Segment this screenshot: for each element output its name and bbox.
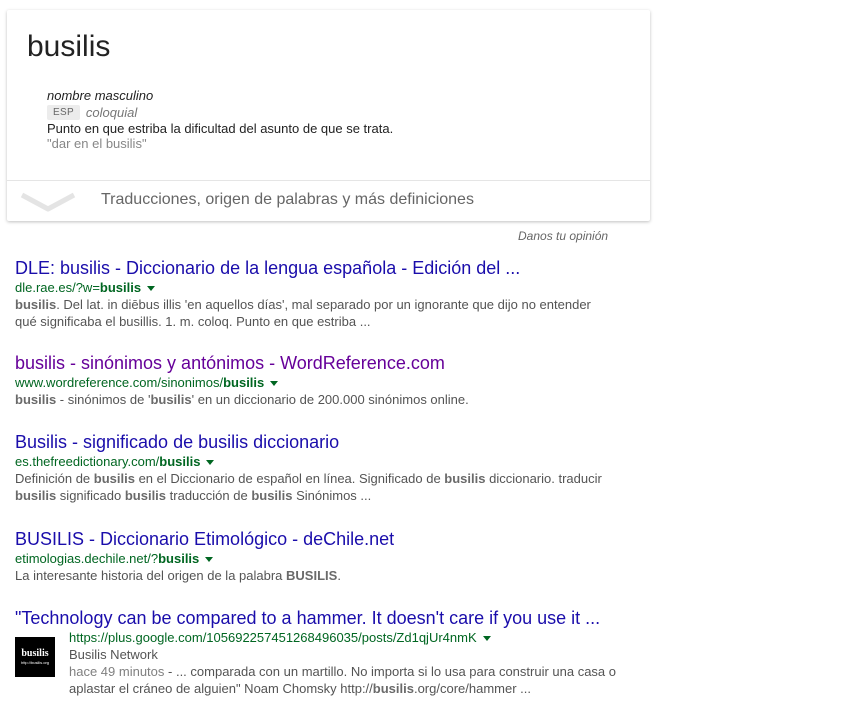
result-snippet: busilis - sinónimos de 'busilis' en un d…: [15, 392, 469, 407]
result-author: Busilis Network: [69, 647, 158, 662]
search-result: Busilis - significado de busilis diccion…: [15, 431, 605, 504]
result-title-link[interactable]: "Technology can be compared to a hammer.…: [15, 607, 600, 629]
result-snippet: hace 49 minutos - ... comparada con un m…: [69, 664, 617, 696]
result-snippet: busilis. Del lat. in diēbus illis 'en aq…: [15, 297, 591, 329]
part-of-speech: nombre masculino: [47, 88, 154, 103]
dictionary-word: busilis: [27, 30, 111, 63]
url-options-caret-icon[interactable]: [482, 635, 491, 641]
usage-example: "dar en el busilis": [47, 136, 147, 151]
url-options-caret-icon[interactable]: [206, 459, 215, 465]
result-url: www.wordreference.com/sinonimos/busilis: [15, 374, 605, 391]
region-badge: ESP: [47, 104, 80, 120]
url-options-caret-icon[interactable]: [270, 380, 279, 386]
result-url: dle.rae.es/?w= busilis: [15, 279, 605, 296]
url-options-caret-icon[interactable]: [147, 285, 156, 291]
more-definitions-label: Traducciones, origen de palabras y más d…: [101, 191, 474, 208]
url-options-caret-icon[interactable]: [205, 556, 214, 562]
search-result: DLE: busilis - Diccionario de la lengua …: [15, 257, 605, 330]
result-title-link[interactable]: DLE: busilis - Diccionario de la lengua …: [15, 257, 605, 279]
result-url: es.thefreedictionary.com/busilis: [15, 453, 605, 470]
result-body: https://plus.google.com/1056922574512684…: [69, 629, 629, 697]
result-title-link[interactable]: busilis - sinónimos y antónimos - WordRe…: [15, 352, 605, 374]
register-row: ESP coloquial: [47, 103, 137, 121]
result-url: etimologias.dechile.net/? busilis: [15, 550, 605, 567]
feedback-link[interactable]: Danos tu opinión: [518, 229, 608, 243]
chevron-down-icon: [20, 192, 76, 212]
result-thumbnail[interactable]: busilis http://busilis.org: [15, 637, 55, 677]
result-snippet: La interesante historia del origen de la…: [15, 568, 341, 583]
result-title-link[interactable]: Busilis - significado de busilis diccion…: [15, 431, 605, 453]
more-definitions-button[interactable]: Traducciones, origen de palabras y más d…: [7, 181, 650, 221]
search-result: "Technology can be compared to a hammer.…: [15, 607, 616, 696]
result-snippet: Definición de busilis en el Diccionario …: [15, 471, 602, 503]
result-time: hace 49 minutos: [69, 664, 165, 679]
search-result: BUSILIS - Diccionario Etimológico - deCh…: [15, 528, 605, 584]
definition: Punto en que estriba la dificultad del a…: [47, 121, 394, 136]
dictionary-card: busilis nombre masculino ESP coloquial P…: [7, 10, 650, 221]
register-label: coloquial: [85, 104, 138, 120]
result-url: https://plus.google.com/1056922574512684…: [69, 629, 629, 646]
result-title-link[interactable]: BUSILIS - Diccionario Etimológico - deCh…: [15, 528, 605, 550]
search-result: busilis - sinónimos y antónimos - WordRe…: [15, 352, 605, 408]
